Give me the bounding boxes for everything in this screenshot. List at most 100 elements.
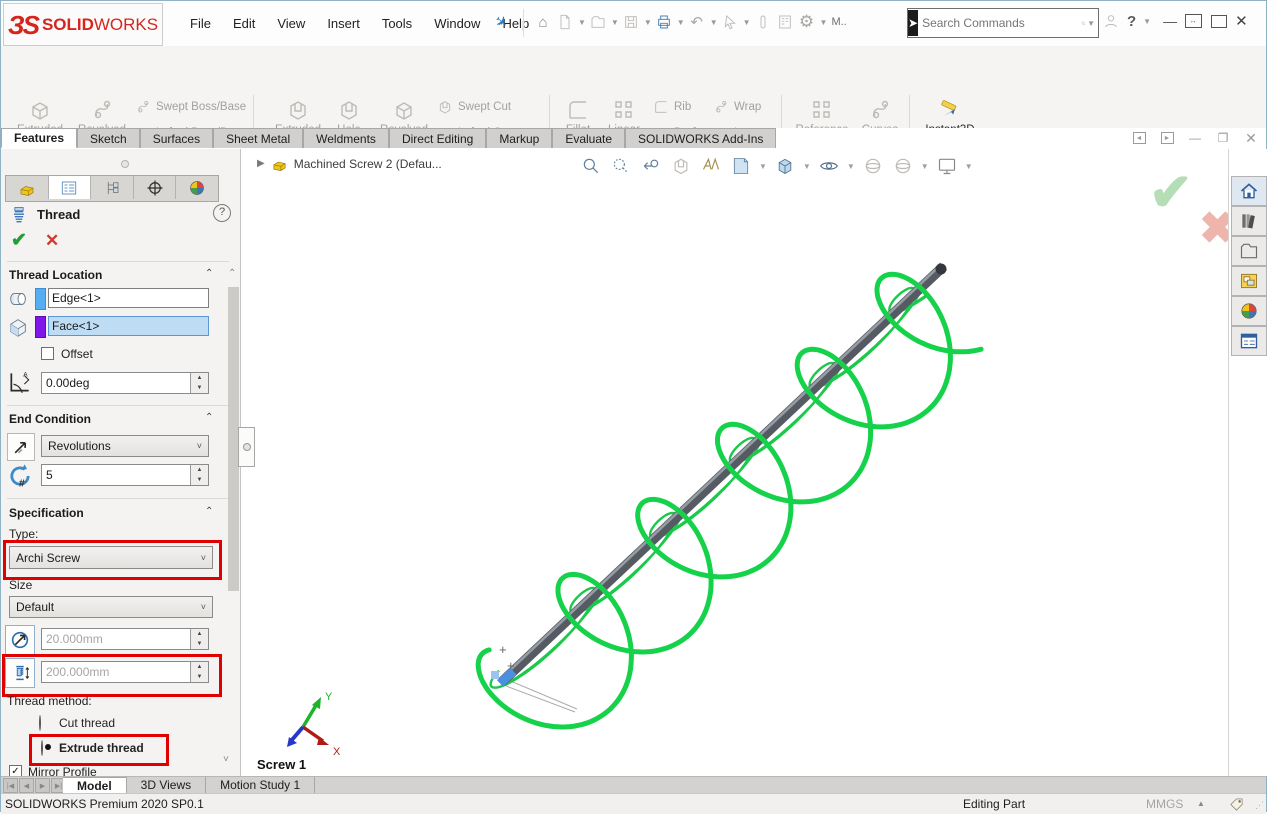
confirm-ok-icon[interactable]: ✔ — [1149, 167, 1193, 219]
graphics-viewport[interactable]: ▶ Machined Screw 2 (Defau... ▼ ▼ ▼ ▼ ▼ + — [241, 149, 1228, 776]
custom-properties-button[interactable] — [1231, 326, 1267, 356]
search-magnifier-icon[interactable] — [1081, 16, 1086, 31]
thread-location-collapse-icon[interactable]: ⌃ — [205, 268, 213, 279]
new-document-icon[interactable] — [555, 12, 575, 32]
edge-selection-field[interactable] — [48, 288, 209, 308]
appearances-scenes-button[interactable] — [1231, 296, 1267, 326]
search-dropdown[interactable]: ▼ — [1087, 19, 1095, 28]
user-icon[interactable] — [1101, 11, 1121, 31]
revolutions-up-icon[interactable]: ▲ — [191, 465, 208, 475]
tab-scroll-prev-icon[interactable]: ◀ — [19, 778, 34, 793]
height-down-icon[interactable]: ▼ — [191, 672, 208, 682]
maximize-button[interactable] — [1209, 13, 1229, 29]
units-dropdown-icon[interactable]: ▲ — [1197, 799, 1205, 808]
more-commands-label[interactable]: M.. — [831, 16, 846, 28]
height-value[interactable]: 200.000mm — [42, 665, 190, 679]
cancel-x-button[interactable]: ✕ — [45, 231, 59, 251]
diameter-down-icon[interactable]: ▼ — [191, 639, 208, 649]
minimize-button[interactable]: — — [1163, 13, 1177, 29]
angle-down-icon[interactable]: ▼ — [191, 383, 208, 393]
undo-dropdown[interactable]: ▼ — [710, 18, 718, 27]
tab-direct-editing[interactable]: Direct Editing — [389, 128, 486, 148]
tab-surfaces[interactable]: Surfaces — [140, 128, 213, 148]
end-condition-combo[interactable]: Revolutions˅ — [41, 435, 209, 457]
home-icon[interactable]: ⌂ — [533, 12, 553, 32]
diameter-value[interactable]: 20.000mm — [42, 632, 190, 646]
tab-sheet-metal[interactable]: Sheet Metal — [213, 128, 303, 148]
tab-markup[interactable]: Markup — [486, 128, 552, 148]
save-dropdown[interactable]: ▼ — [644, 18, 652, 27]
end-condition-collapse-icon[interactable]: ⌃ — [205, 412, 213, 423]
menu-file[interactable]: File — [179, 13, 222, 35]
face-selection-field[interactable] — [48, 316, 209, 336]
ok-check-button[interactable]: ✔ — [11, 229, 27, 252]
search-commands-icon[interactable]: ➤ — [908, 10, 918, 36]
menu-view[interactable]: View — [266, 13, 316, 35]
help-circle-icon[interactable]: ? — [213, 204, 231, 222]
open-icon[interactable] — [588, 12, 608, 32]
select-icon[interactable] — [720, 12, 740, 32]
extrude-thread-label[interactable]: Extrude thread — [59, 741, 144, 755]
extrude-thread-radio[interactable] — [41, 740, 43, 756]
tab-features[interactable]: Features — [1, 128, 77, 148]
configurationmanager-tab[interactable] — [91, 176, 134, 199]
open-dropdown[interactable]: ▼ — [611, 18, 619, 27]
tab-scroll-first-icon[interactable]: |◀ — [3, 778, 18, 793]
propertymanager-tab[interactable] — [49, 176, 92, 199]
select-dropdown[interactable]: ▼ — [743, 18, 751, 27]
properties-icon[interactable] — [775, 12, 795, 32]
end-condition-header[interactable]: End Condition — [9, 412, 91, 426]
span-displays-button[interactable]: ↔ — [1183, 13, 1203, 29]
panel-splitter-handle[interactable] — [238, 427, 255, 467]
tab-model[interactable]: Model — [63, 777, 127, 794]
menu-edit[interactable]: Edit — [222, 13, 266, 35]
doc-minimize-icon[interactable]: — — [1185, 130, 1205, 146]
print-dropdown[interactable]: ▼ — [677, 18, 685, 27]
tab-evaluate[interactable]: Evaluate — [552, 128, 625, 148]
options-gear-icon[interactable]: ⚙ — [797, 12, 817, 32]
specification-collapse-icon[interactable]: ⌃ — [205, 506, 213, 517]
options-dropdown[interactable]: ▼ — [820, 18, 828, 27]
panel-splitter-dot[interactable] — [121, 160, 129, 168]
tab-motion-study[interactable]: Motion Study 1 — [206, 777, 315, 793]
tab-solidworks-addins[interactable]: SOLIDWORKS Add-Ins — [625, 128, 776, 148]
new-document-dropdown[interactable]: ▼ — [578, 18, 586, 27]
dimxpertmanager-tab[interactable] — [134, 176, 177, 199]
search-input[interactable] — [918, 16, 1081, 30]
confirm-cancel-icon[interactable]: ✖ — [1199, 207, 1228, 251]
resize-grip[interactable]: ⋰ — [1255, 800, 1264, 811]
displaymanager-tab[interactable] — [176, 176, 218, 199]
angle-value[interactable]: 0.00deg — [42, 376, 190, 390]
collapse-right-pane-icon[interactable]: ► — [1157, 130, 1177, 146]
doc-close-icon[interactable]: ✕ — [1241, 130, 1261, 146]
revolutions-down-icon[interactable]: ▼ — [191, 475, 208, 485]
menu-tools[interactable]: Tools — [371, 13, 423, 35]
type-combo[interactable]: Archi Screw˅ — [9, 546, 213, 569]
doc-restore-icon[interactable]: ❐ — [1213, 130, 1233, 146]
panel-scroll-up-icon[interactable]: ⌃ — [228, 268, 236, 279]
height-up-icon[interactable]: ▲ — [191, 662, 208, 672]
offset-checkbox[interactable] — [41, 347, 54, 360]
specification-header[interactable]: Specification — [9, 506, 84, 520]
cut-thread-label[interactable]: Cut thread — [59, 716, 115, 730]
panel-scroll-down-icon[interactable]: ˅ — [223, 754, 229, 765]
help-icon[interactable]: ? — [1127, 13, 1136, 30]
featuremanager-tree-tab[interactable] — [6, 176, 49, 199]
tab-sketch[interactable]: Sketch — [77, 128, 140, 148]
diameter-up-icon[interactable]: ▲ — [191, 629, 208, 639]
revolutions-value[interactable]: 5 — [42, 468, 190, 482]
print-icon[interactable] — [654, 12, 674, 32]
magnet-icon[interactable] — [753, 12, 773, 32]
cut-thread-radio[interactable] — [39, 715, 41, 731]
undo-icon[interactable]: ↶ — [687, 12, 707, 32]
view-palette-button[interactable] — [1231, 266, 1267, 296]
status-units[interactable]: MMGS — [1146, 797, 1183, 811]
tab-scroll-next-icon[interactable]: ▶ — [35, 778, 50, 793]
file-explorer-button[interactable] — [1231, 236, 1267, 266]
menu-insert[interactable]: Insert — [316, 13, 371, 35]
close-button[interactable]: ✕ — [1235, 12, 1248, 30]
angle-up-icon[interactable]: ▲ — [191, 373, 208, 383]
design-library-button[interactable] — [1231, 206, 1267, 236]
collapse-left-pane-icon[interactable]: ◄ — [1129, 130, 1149, 146]
size-combo[interactable]: Default˅ — [9, 596, 213, 618]
